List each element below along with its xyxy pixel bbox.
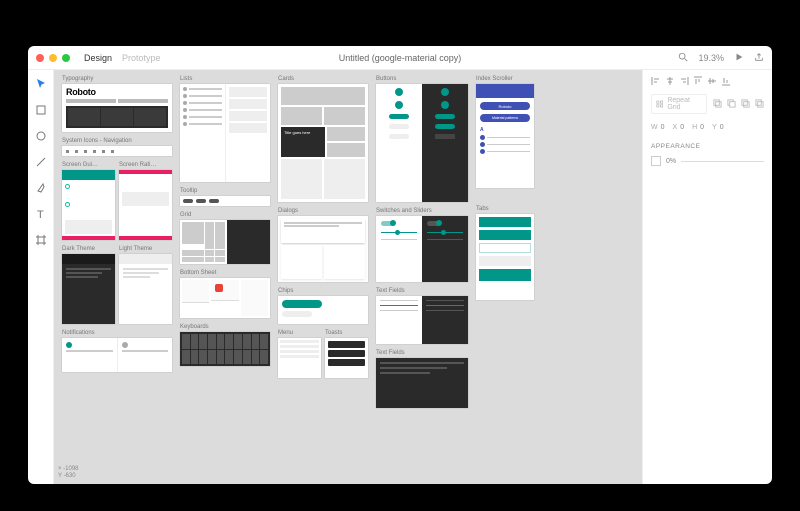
select-tool[interactable]: [35, 78, 47, 90]
pen-tool[interactable]: [35, 182, 47, 194]
artboard-label[interactable]: Text Fields: [376, 350, 468, 356]
artboard-tool[interactable]: [35, 234, 47, 246]
artboard-label[interactable]: Dark Theme: [62, 246, 115, 252]
opacity-value[interactable]: 0%: [666, 158, 676, 165]
artboard-label[interactable]: Tabs: [476, 206, 534, 212]
opacity-slider[interactable]: [681, 161, 764, 162]
titlebar-right: 19.3%: [678, 52, 764, 64]
play-icon[interactable]: [734, 52, 744, 64]
window-controls: [36, 54, 70, 62]
artboard-grid[interactable]: [180, 220, 270, 264]
document-title: Untitled (google-material copy): [339, 53, 462, 63]
artboard-index-scroller[interactable]: Roboto Material patterns A: [476, 84, 534, 188]
boolean-intersect-icon[interactable]: [741, 99, 750, 110]
rectangle-tool[interactable]: [35, 104, 47, 116]
artboard-label[interactable]: Grid: [180, 212, 270, 218]
artboard-light-theme[interactable]: [119, 254, 172, 324]
boolean-subtract-icon[interactable]: [727, 99, 736, 110]
repeat-grid-button[interactable]: Repeat Grid: [651, 94, 707, 114]
canvas-content: Typography Roboto System Icons - Navigat…: [62, 76, 634, 478]
zoom-icon[interactable]: [678, 52, 688, 64]
align-top-icon[interactable]: [693, 76, 703, 88]
artboard-dialogs[interactable]: [278, 216, 368, 282]
artboard-label[interactable]: Menu: [278, 330, 321, 336]
artboard-label[interactable]: Keyboards: [180, 324, 270, 330]
roboto-heading: Roboto: [66, 87, 168, 97]
canvas[interactable]: Typography Roboto System Icons - Navigat…: [54, 70, 642, 484]
artboard-tabs[interactable]: [476, 214, 534, 300]
artboard-keyboards[interactable]: [180, 332, 270, 366]
artboard-text-fields-2[interactable]: [376, 358, 468, 408]
artboard-buttons[interactable]: [376, 84, 468, 202]
ellipse-tool[interactable]: [35, 130, 47, 142]
artboard-tooltip[interactable]: [180, 196, 270, 206]
text-tool[interactable]: T: [35, 208, 47, 220]
artboard-chips[interactable]: [278, 296, 368, 324]
align-left-icon[interactable]: [651, 76, 661, 88]
titlebar: Design Prototype Untitled (google-materi…: [28, 46, 772, 70]
artboard-notifications[interactable]: [62, 338, 172, 372]
canvas-coordinates: × -1098 Y -630: [58, 466, 79, 480]
artboard-typography[interactable]: Roboto: [62, 84, 172, 132]
artboard-screen-ratio[interactable]: [119, 170, 172, 240]
artboard-menu[interactable]: [278, 338, 321, 378]
dimension-fields: W0 X0 H0 Y0: [651, 124, 764, 131]
inspector-panel: Repeat Grid W0 X0 H0 Y0 APPEARANCE 0%: [642, 70, 772, 484]
appearance-heading: APPEARANCE: [651, 143, 764, 150]
artboard-dark-theme[interactable]: [62, 254, 115, 324]
line-tool[interactable]: [35, 156, 47, 168]
artboard-label[interactable]: Lists: [180, 76, 270, 82]
mode-tabs: Design Prototype: [84, 53, 161, 63]
artboard-label[interactable]: Notifications: [62, 330, 172, 336]
align-center-v-icon[interactable]: [707, 76, 717, 88]
artboard-label[interactable]: Chips: [278, 288, 368, 294]
artboard-label[interactable]: Tooltip: [180, 188, 270, 194]
app-body: T Typography Roboto: [28, 70, 772, 484]
app-window: Design Prototype Untitled (google-materi…: [28, 46, 772, 484]
artboard-label[interactable]: Buttons: [376, 76, 468, 82]
artboard-label[interactable]: Dialogs: [278, 208, 368, 214]
artboard-label[interactable]: Bottom Sheet: [180, 270, 270, 276]
artboard-bottom-sheet[interactable]: [180, 278, 270, 318]
tab-design[interactable]: Design: [84, 53, 112, 63]
artboard-label[interactable]: Cards: [278, 76, 368, 82]
artboard-label[interactable]: Screen Gui…: [62, 162, 115, 168]
artboard-label[interactable]: System Icons - Navigation: [62, 138, 172, 144]
svg-text:T: T: [37, 209, 44, 220]
boolean-add-icon[interactable]: [713, 99, 722, 110]
artboard-label[interactable]: Toasts: [325, 330, 368, 336]
artboard-label[interactable]: Light Theme: [119, 246, 172, 252]
align-right-icon[interactable]: [679, 76, 689, 88]
x-field[interactable]: 0: [680, 124, 684, 131]
close-window-button[interactable]: [36, 54, 44, 62]
opacity-swatch[interactable]: [651, 156, 661, 166]
artboard-text-fields[interactable]: [376, 296, 468, 344]
artboard-switches[interactable]: [376, 216, 468, 282]
artboard-label[interactable]: Switches and Sliders: [376, 208, 468, 214]
y-field[interactable]: 0: [720, 124, 724, 131]
opacity-control[interactable]: 0%: [651, 156, 764, 166]
zoom-level[interactable]: 19.3%: [698, 53, 724, 63]
artboard-lists[interactable]: [180, 84, 270, 182]
artboard-label[interactable]: Screen Rati…: [119, 162, 172, 168]
align-center-h-icon[interactable]: [665, 76, 675, 88]
artboard-system-icons[interactable]: [62, 146, 172, 156]
artboard-cards[interactable]: Title goes here: [278, 84, 368, 202]
maximize-window-button[interactable]: [62, 54, 70, 62]
tool-strip: T: [28, 70, 54, 484]
minimize-window-button[interactable]: [49, 54, 57, 62]
width-field[interactable]: 0: [661, 124, 665, 131]
height-field[interactable]: 0: [700, 124, 704, 131]
artboard-label[interactable]: Text Fields: [376, 288, 468, 294]
tab-prototype[interactable]: Prototype: [122, 53, 161, 63]
share-icon[interactable]: [754, 52, 764, 64]
artboard-label[interactable]: Index Scroller: [476, 76, 534, 82]
artboard-screen-guide[interactable]: [62, 170, 115, 240]
align-bottom-icon[interactable]: [721, 76, 731, 88]
artboard-toasts[interactable]: [325, 338, 368, 378]
boolean-exclude-icon[interactable]: [755, 99, 764, 110]
align-controls: [651, 76, 764, 88]
artboard-label[interactable]: Typography: [62, 76, 172, 82]
